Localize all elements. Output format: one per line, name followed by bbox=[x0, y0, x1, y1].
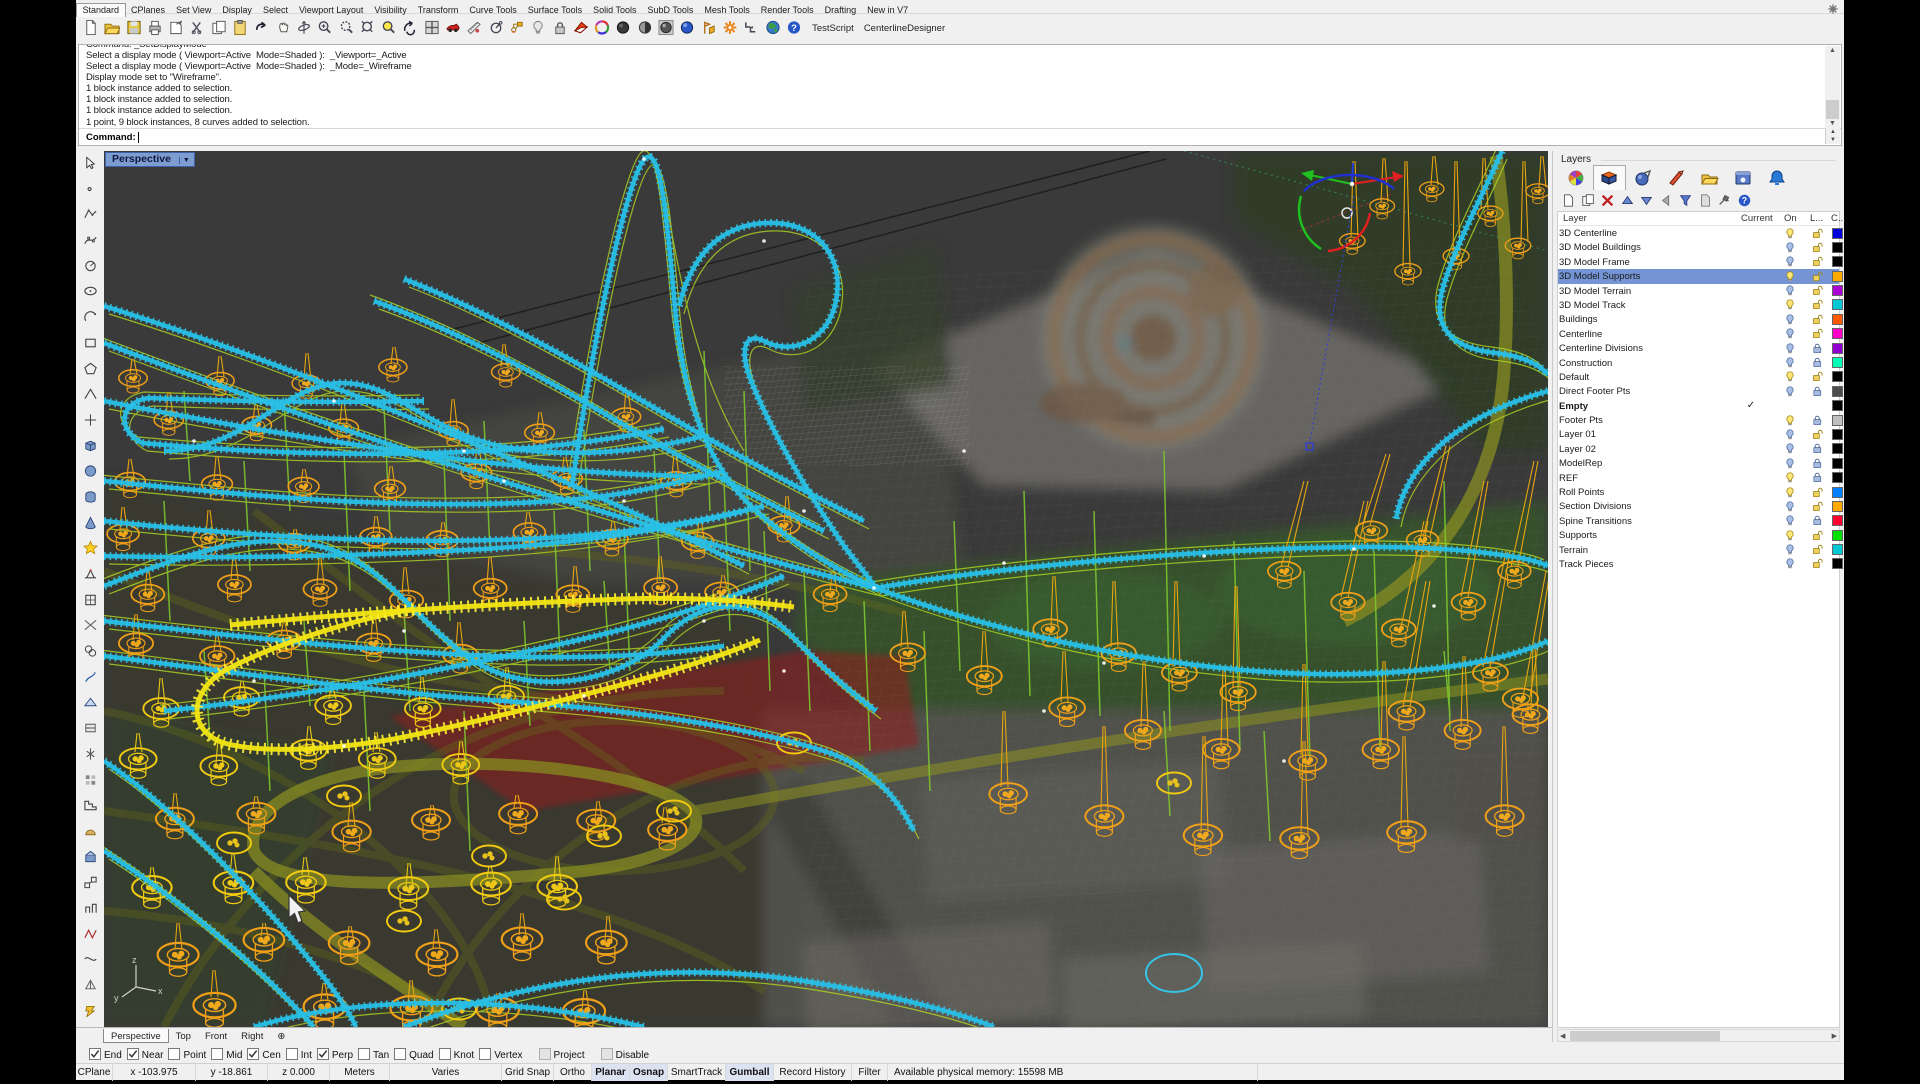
svg-text:z: z bbox=[132, 955, 137, 965]
svg-text:?: ? bbox=[791, 22, 797, 33]
svg-text:?: ? bbox=[1741, 196, 1746, 206]
svg-text:y: y bbox=[114, 993, 119, 1003]
svg-text:x: x bbox=[158, 986, 163, 996]
